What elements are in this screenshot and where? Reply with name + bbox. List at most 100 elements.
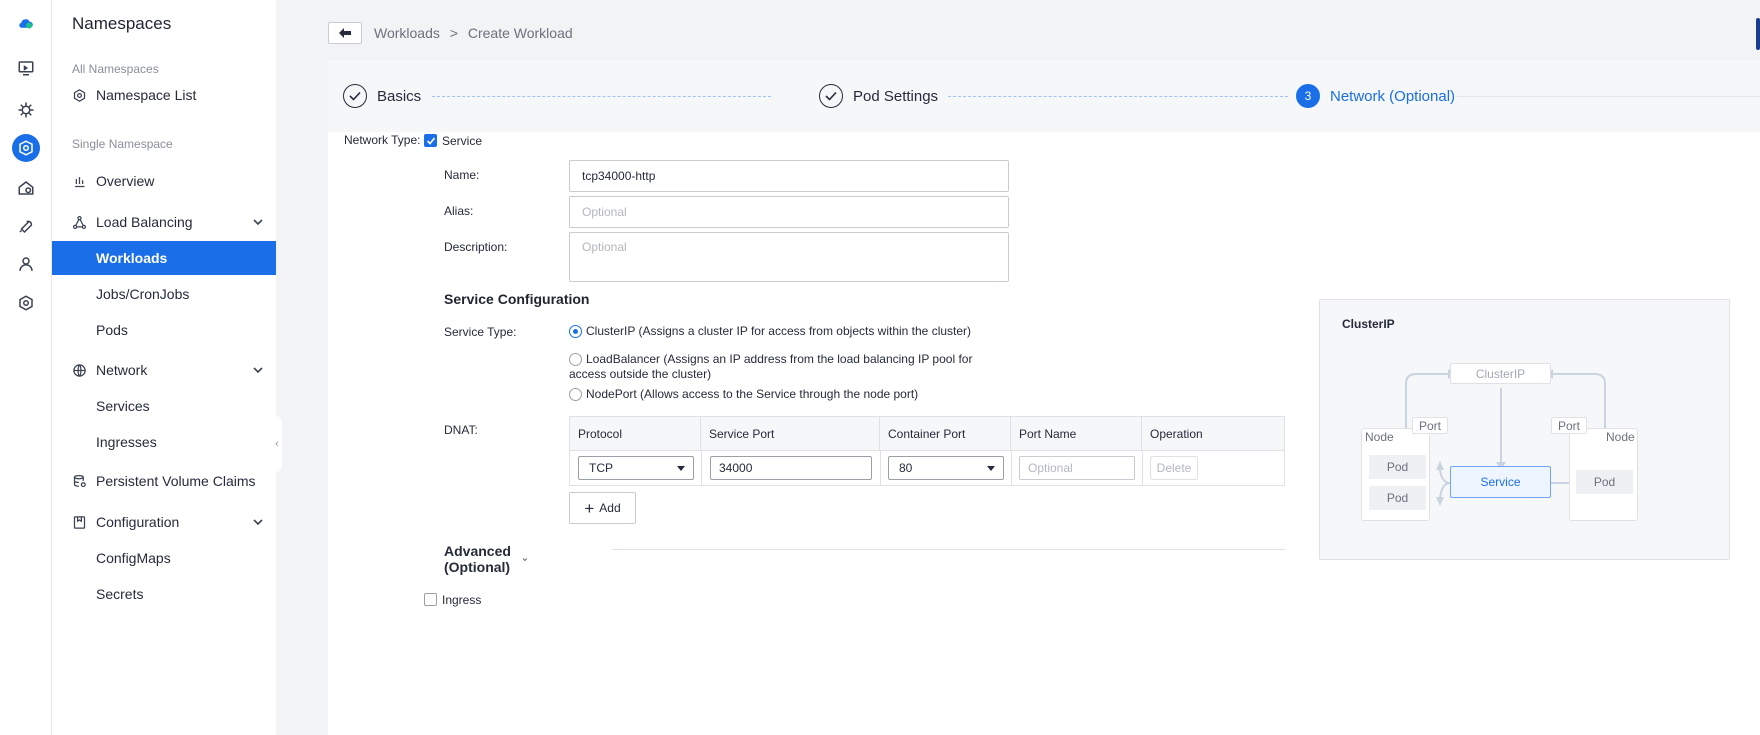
diagram-service-box: Service: [1450, 466, 1551, 498]
delete-row-button[interactable]: Delete: [1150, 456, 1198, 480]
description-textarea[interactable]: Optional: [569, 232, 1009, 282]
sidebar-item-overview[interactable]: Overview: [52, 164, 276, 198]
radio-clusterip[interactable]: [569, 325, 582, 338]
service-type-label: Service Type:: [444, 325, 517, 339]
th-protocol: Protocol: [570, 417, 701, 451]
top-right-indicator: [1756, 18, 1760, 50]
sidebar-item-services[interactable]: Services: [52, 389, 276, 423]
step-connector: [948, 96, 1288, 97]
add-port-button[interactable]: + Add: [569, 492, 636, 524]
caret-down-icon: [677, 466, 685, 471]
section-all-namespaces: All Namespaces: [72, 62, 159, 76]
advanced-label: Advanced (Optional): [444, 543, 511, 575]
monitor-icon[interactable]: [14, 56, 38, 80]
container-port-value: 80: [899, 461, 913, 475]
configuration-icon: [72, 514, 88, 530]
hexagon-icon[interactable]: [14, 291, 38, 315]
diagram-pod: Pod: [1369, 455, 1426, 479]
step-connector: [432, 96, 771, 97]
chevron-down-icon: [253, 367, 263, 374]
th-container-port: Container Port: [880, 417, 1011, 451]
step-number: 3: [1296, 84, 1320, 108]
sidebar-item-load-balancing[interactable]: Load Balancing: [52, 205, 276, 239]
load-balancing-icon: [72, 214, 88, 230]
ingress-checkbox[interactable]: [424, 593, 437, 606]
sidebar-item-label: Configuration: [96, 514, 180, 530]
sidebar-item-jobs[interactable]: Jobs/CronJobs: [52, 277, 276, 311]
diagram-node-label: Node: [1365, 430, 1394, 444]
name-input[interactable]: tcp34000-http: [569, 160, 1009, 192]
check-icon: [426, 137, 436, 145]
column-divider: [1142, 451, 1143, 485]
helm-icon[interactable]: [14, 98, 38, 122]
sidebar-item-label: Overview: [96, 173, 155, 189]
advanced-toggle[interactable]: Advanced (Optional): [444, 543, 528, 575]
sidebar-item-pods[interactable]: Pods: [52, 313, 276, 347]
wizard-steps: Basics Pod Settings 3 Network (Optional): [328, 60, 1760, 132]
alias-input[interactable]: Optional: [569, 196, 1009, 228]
th-operation: Operation: [1150, 427, 1203, 441]
icon-rail: [0, 0, 52, 735]
th-service-port: Service Port: [701, 417, 880, 451]
sidebar-item-pvc[interactable]: Persistent Volume Claims: [52, 464, 276, 498]
step-label: Pod Settings: [853, 87, 939, 105]
back-button[interactable]: [328, 22, 362, 44]
column-divider: [880, 451, 881, 485]
sidebar-item-label: Load Balancing: [96, 214, 193, 230]
gear-home-icon[interactable]: [14, 176, 38, 200]
radio-loadbalancer-label: LoadBalancer (Assigns an IP address from…: [569, 352, 973, 381]
chevron-down-icon: [253, 519, 263, 526]
sidebar-item-network[interactable]: Network: [52, 353, 276, 387]
sidebar-item-label: Network: [96, 362, 148, 378]
alias-label: Alias:: [444, 204, 474, 218]
sidebar-item-label: Namespace List: [96, 87, 197, 103]
plus-icon: +: [584, 498, 595, 518]
advanced-divider: [612, 549, 1285, 550]
breadcrumb-current: Create Workload: [467, 25, 573, 41]
service-port-input[interactable]: 34000: [710, 456, 872, 480]
kubernetes-icon[interactable]: [12, 134, 40, 162]
step-pod-settings[interactable]: Pod Settings: [819, 84, 938, 108]
diagram-clusterip-box: ClusterIP: [1450, 363, 1551, 384]
radio-nodeport[interactable]: [569, 388, 582, 401]
step-label: Network (Optional): [1330, 87, 1456, 105]
breadcrumb-parent[interactable]: Workloads: [374, 25, 440, 41]
sidebar-item-label: Persistent Volume Claims: [96, 473, 256, 489]
cloud-logo-icon[interactable]: [14, 12, 38, 36]
radio-nodeport-label: NodePort (Allows access to the Service t…: [586, 387, 919, 401]
arrow-left-icon: [339, 28, 351, 38]
service-checkbox-label: Service: [442, 134, 483, 148]
ingress-checkbox-label: Ingress: [442, 593, 482, 607]
radio-clusterip-label: ClusterIP (Assigns a cluster IP for acce…: [586, 324, 972, 338]
sidebar-item-workloads[interactable]: Workloads: [52, 241, 276, 275]
sidebar-item-namespace-list[interactable]: Namespace List: [52, 78, 276, 112]
sidebar-item-configmaps[interactable]: ConfigMaps: [52, 541, 276, 575]
diagram-pod: Pod: [1576, 470, 1633, 494]
step-label: Basics: [377, 87, 422, 105]
user-icon[interactable]: [14, 252, 38, 276]
sidebar-item-ingresses[interactable]: Ingresses: [52, 425, 276, 459]
section-single-namespace: Single Namespace: [72, 137, 173, 151]
sidebar-title: Namespaces: [72, 14, 172, 33]
protocol-select[interactable]: TCP: [578, 456, 694, 480]
check-icon: [819, 84, 843, 108]
sidebar-item-secrets[interactable]: Secrets: [52, 577, 276, 611]
th-port-name: Port Name: [1011, 417, 1142, 451]
add-label: Add: [599, 501, 621, 515]
wrench-icon[interactable]: [14, 214, 38, 238]
diagram-node-label: Node: [1606, 430, 1635, 444]
step-network[interactable]: 3 Network (Optional): [1296, 84, 1455, 108]
caret-down-icon: [987, 466, 995, 471]
sidebar-collapse-handle[interactable]: ‹: [272, 414, 282, 474]
clusterip-diagram: ClusterIP ClusterIP Node Port Pod Pod Se…: [1319, 299, 1730, 560]
globe-icon: [72, 362, 88, 378]
port-name-input[interactable]: Optional: [1019, 456, 1135, 480]
dnat-header: Protocol Service Port Container Port Por…: [570, 417, 1284, 451]
step-basics[interactable]: Basics: [343, 84, 421, 108]
service-checkbox[interactable]: [424, 134, 437, 147]
diagram-pod: Pod: [1369, 486, 1426, 510]
chevron-down-icon: [522, 557, 528, 561]
sidebar-item-configuration[interactable]: Configuration: [52, 505, 276, 539]
container-port-select[interactable]: 80: [888, 456, 1004, 480]
chevron-down-icon: [253, 219, 263, 226]
